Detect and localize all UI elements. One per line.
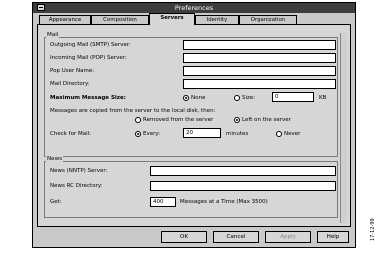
max-size-unit: KB	[319, 95, 327, 101]
max-size-radio[interactable]	[234, 95, 240, 101]
minutes-label: minutes	[226, 131, 249, 137]
messages-at-a-time-label: Messages at a Time (Max 3500)	[180, 199, 268, 205]
tab-servers[interactable]: Servers	[149, 13, 195, 25]
pop-user-label: Pop User Name:	[50, 68, 95, 74]
incoming-server-label: Incoming Mail (POP) Server:	[50, 55, 127, 61]
help-button[interactable]: Help	[317, 231, 349, 243]
figure-code: 17-12-99	[370, 218, 376, 242]
news-server-label: News (NNTP) Server:	[50, 168, 108, 174]
panel-scrollbar[interactable]	[340, 33, 347, 223]
tab-composition[interactable]: Composition	[91, 15, 149, 24]
every-radio[interactable]	[135, 131, 141, 137]
left-on-server-label: Left on the server	[242, 117, 291, 123]
news-rc-label: News RC Directory:	[50, 183, 103, 189]
max-none-radio[interactable]	[183, 95, 189, 101]
removed-label: Removed from the server	[143, 117, 214, 123]
incoming-server-input[interactable]	[183, 53, 336, 63]
max-size-input[interactable]: 0	[272, 92, 314, 102]
mail-directory-input[interactable]	[183, 79, 336, 89]
window-title: Preferences	[174, 4, 214, 12]
title-bar: Preferences	[33, 3, 355, 13]
news-group-label: News	[46, 156, 64, 162]
tab-organization[interactable]: Organization	[239, 15, 297, 24]
every-label: Every:	[143, 131, 161, 137]
max-none-label: None	[191, 95, 206, 101]
preferences-dialog: Preferences Appearance Composition Serve…	[32, 2, 356, 248]
get-messages-input[interactable]: 400	[150, 197, 176, 207]
news-rc-input[interactable]	[150, 181, 336, 191]
news-server-input[interactable]	[150, 166, 336, 176]
get-label: Get:	[50, 199, 62, 205]
mail-directory-label: Mail Directory:	[50, 81, 90, 87]
removed-radio[interactable]	[135, 117, 141, 123]
servers-panel: Mail Outgoing Mail (SMTP) Server: Incomi…	[37, 24, 351, 227]
tab-appearance[interactable]: Appearance	[39, 15, 91, 24]
mail-group-label: Mail	[46, 32, 60, 38]
tab-identity[interactable]: Identity	[195, 15, 239, 24]
copied-text: Messages are copied from the server to t…	[50, 108, 216, 114]
never-radio[interactable]	[276, 131, 282, 137]
outgoing-server-input[interactable]	[183, 40, 336, 50]
cancel-button[interactable]: Cancel	[213, 231, 259, 243]
outgoing-server-label: Outgoing Mail (SMTP) Server:	[50, 42, 131, 48]
left-on-server-radio[interactable]	[234, 117, 240, 123]
ok-button[interactable]: OK	[161, 231, 207, 243]
check-mail-label: Check for Mail:	[50, 131, 92, 137]
pop-user-input[interactable]	[183, 66, 336, 76]
max-size-option-label: Size:	[242, 95, 256, 101]
every-minutes-input[interactable]: 20	[183, 128, 221, 138]
never-label: Never	[284, 131, 301, 137]
apply-button[interactable]: Apply	[265, 231, 311, 243]
max-size-label: Maximum Message Size:	[50, 95, 126, 101]
